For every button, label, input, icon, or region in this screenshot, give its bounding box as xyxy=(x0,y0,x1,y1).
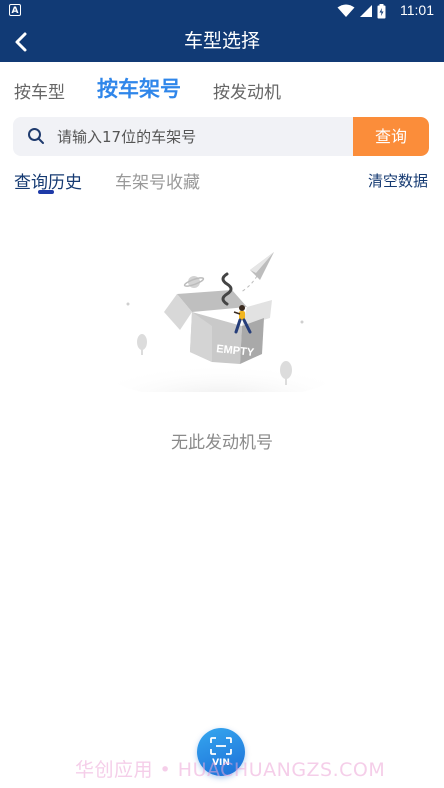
page-title: 车型选择 xyxy=(183,30,260,52)
signal-icon xyxy=(360,5,372,17)
vin-search-input[interactable] xyxy=(57,117,357,156)
wifi-icon xyxy=(337,4,355,17)
navigation-bar: 车型选择 xyxy=(0,22,444,62)
empty-state-message: 无此发动机号 xyxy=(171,433,273,453)
search-icon xyxy=(28,128,44,144)
scan-frame-icon xyxy=(210,737,232,755)
watermark-text: 华创应用 • HUACHUANGZS.COM xyxy=(75,759,386,781)
status-icons xyxy=(337,3,386,19)
status-time: 11:01 xyxy=(400,2,434,18)
query-button[interactable]: 查询 xyxy=(353,117,429,156)
active-tab-indicator xyxy=(38,190,54,194)
history-tabs: 查询历史 车架号收藏 清空数据 xyxy=(0,160,444,200)
tab-vin-favorites[interactable]: 车架号收藏 xyxy=(115,168,200,193)
empty-box-illustration: EMPTY xyxy=(104,252,340,392)
clear-data-button[interactable]: 清空数据 xyxy=(368,170,428,191)
battery-icon xyxy=(377,3,386,18)
tab-by-vin[interactable]: 按车架号 xyxy=(97,73,181,103)
tab-by-model[interactable]: 按车型 xyxy=(14,78,65,103)
status-bar: A 11:01 xyxy=(0,0,444,22)
search-mode-tabs: 按车型 按车架号 按发动机 xyxy=(0,62,444,114)
tab-by-engine[interactable]: 按发动机 xyxy=(213,78,281,103)
vin-search-bar: 查询 xyxy=(13,117,429,156)
app-notification-icon: A xyxy=(9,4,21,16)
